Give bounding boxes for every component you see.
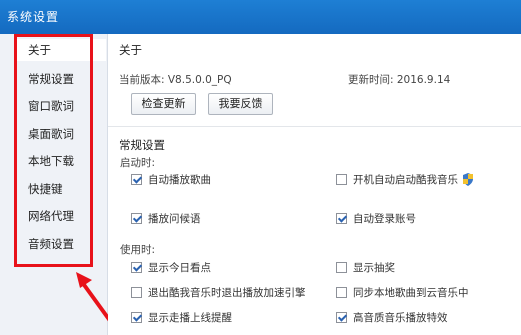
- option-label: 高音质音乐播放特效: [353, 311, 448, 324]
- section-divider: [108, 126, 521, 127]
- checkbox[interactable]: [336, 286, 347, 298]
- checkbox[interactable]: [336, 212, 347, 224]
- option-label: 显示今日看点: [148, 261, 211, 274]
- option-autoplay[interactable]: 自动播放歌曲: [131, 172, 211, 186]
- window-title: 系统设置: [7, 10, 60, 24]
- option-label: 自动播放歌曲: [148, 173, 211, 186]
- highlight-annotation: [14, 34, 93, 267]
- checkbox[interactable]: [131, 212, 142, 224]
- checkbox[interactable]: [336, 173, 347, 185]
- option-label: 开机自动启动酷我音乐: [353, 173, 458, 186]
- general-section-title: 常规设置: [119, 138, 165, 152]
- shield-icon: [463, 172, 473, 186]
- option-today-highlights[interactable]: 显示今日看点: [131, 260, 211, 274]
- option-greeting[interactable]: 播放问候语: [131, 211, 201, 225]
- option-autologin[interactable]: 自动登录账号: [336, 211, 416, 225]
- checkbox[interactable]: [131, 286, 142, 298]
- feedback-button[interactable]: 我要反馈: [208, 93, 273, 115]
- option-exit-engine[interactable]: 退出酷我音乐时退出播放加速引擎: [131, 285, 306, 299]
- option-label: 自动登录账号: [353, 212, 416, 225]
- checkbox[interactable]: [336, 311, 347, 323]
- title-bar: 系统设置: [0, 0, 521, 34]
- option-label: 显示抽奖: [353, 261, 395, 274]
- option-lottery[interactable]: 显示抽奖: [336, 260, 395, 274]
- usage-group-label: 使用时:: [120, 244, 156, 256]
- version-text: 当前版本: V8.5.0.0_PQ: [119, 74, 232, 86]
- option-label: 退出酷我音乐时退出播放加速引擎: [148, 286, 306, 299]
- option-hq-effects[interactable]: 高音质音乐播放特效: [336, 310, 448, 324]
- option-label: 播放问候语: [148, 212, 201, 225]
- checkbox[interactable]: [131, 311, 142, 323]
- startup-group-label: 启动时:: [120, 157, 156, 169]
- settings-panel: 关于 当前版本: V8.5.0.0_PQ 更新时间: 2016.9.14 检查更…: [108, 34, 521, 335]
- option-autostart[interactable]: 开机自动启动酷我音乐: [336, 172, 474, 186]
- checkbox[interactable]: [336, 261, 347, 273]
- update-time-text: 更新时间: 2016.9.14: [348, 74, 451, 86]
- check-update-button[interactable]: 检查更新: [131, 93, 196, 115]
- option-label: 同步本地歌曲到云音乐中: [353, 286, 469, 299]
- option-label: 显示走播上线提醒: [148, 311, 232, 324]
- checkbox[interactable]: [131, 261, 142, 273]
- option-online-reminder[interactable]: 显示走播上线提醒: [131, 310, 232, 324]
- option-cloud-sync[interactable]: 同步本地歌曲到云音乐中: [336, 285, 469, 299]
- checkbox[interactable]: [131, 173, 142, 185]
- about-section-title: 关于: [119, 43, 142, 57]
